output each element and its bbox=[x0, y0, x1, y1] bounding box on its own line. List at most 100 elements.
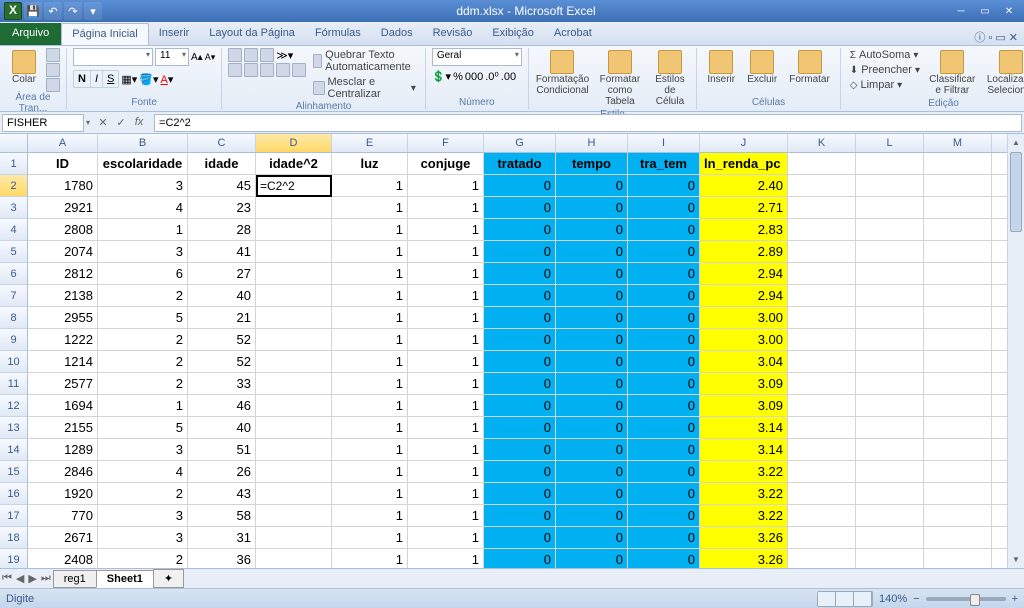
cell-B3[interactable]: 4 bbox=[98, 197, 188, 219]
cell-B2[interactable]: 3 bbox=[98, 175, 188, 197]
cell-D4[interactable] bbox=[256, 219, 332, 241]
cell-K18[interactable] bbox=[788, 527, 856, 549]
cell-H10[interactable]: 0 bbox=[556, 351, 628, 373]
cell-G4[interactable]: 0 bbox=[484, 219, 556, 241]
worksheet[interactable]: ABCDEFGHIJKLMN1IDescolaridadeidadeidade^… bbox=[0, 134, 1024, 568]
cell-K12[interactable] bbox=[788, 395, 856, 417]
cell-E3[interactable]: 1 bbox=[332, 197, 408, 219]
underline-button[interactable]: S bbox=[103, 71, 118, 87]
cell-E14[interactable]: 1 bbox=[332, 439, 408, 461]
cell-F15[interactable]: 1 bbox=[408, 461, 484, 483]
tab-insert[interactable]: Inserir bbox=[149, 23, 200, 45]
cell-J12[interactable]: 3.09 bbox=[700, 395, 788, 417]
cell-H1[interactable]: tempo bbox=[556, 153, 628, 175]
cell-B12[interactable]: 1 bbox=[98, 395, 188, 417]
cell-M14[interactable] bbox=[924, 439, 992, 461]
save-icon[interactable]: 💾 bbox=[24, 2, 42, 20]
cell-C1[interactable]: idade bbox=[188, 153, 256, 175]
insert-cells-button[interactable]: Inserir bbox=[703, 48, 739, 87]
cell-F3[interactable]: 1 bbox=[408, 197, 484, 219]
cell-A9[interactable]: 1222 bbox=[28, 329, 98, 351]
cell-E7[interactable]: 1 bbox=[332, 285, 408, 307]
col-header-M[interactable]: M bbox=[924, 134, 992, 153]
cell-I13[interactable]: 0 bbox=[628, 417, 700, 439]
sheet-nav-last-icon[interactable]: ⏭ bbox=[39, 572, 53, 585]
row-header-16[interactable]: 16 bbox=[0, 483, 28, 505]
row-header-3[interactable]: 3 bbox=[0, 197, 28, 219]
bold-button[interactable]: N bbox=[74, 71, 91, 87]
page-break-icon[interactable] bbox=[854, 592, 872, 606]
cell-A14[interactable]: 1289 bbox=[28, 439, 98, 461]
help-icon[interactable]: ⓘ ▫ ▭ ✕ bbox=[968, 29, 1024, 45]
shrink-font-icon[interactable]: A▾ bbox=[205, 52, 216, 63]
cell-G15[interactable]: 0 bbox=[484, 461, 556, 483]
cell-E5[interactable]: 1 bbox=[332, 241, 408, 263]
font-name-combo[interactable] bbox=[73, 48, 153, 66]
cell-J4[interactable]: 2.83 bbox=[700, 219, 788, 241]
cell-M18[interactable] bbox=[924, 527, 992, 549]
cell-J19[interactable]: 3.26 bbox=[700, 549, 788, 568]
cell-B4[interactable]: 1 bbox=[98, 219, 188, 241]
cell-C17[interactable]: 58 bbox=[188, 505, 256, 527]
cell-B19[interactable]: 2 bbox=[98, 549, 188, 568]
cell-D18[interactable] bbox=[256, 527, 332, 549]
cell-A8[interactable]: 2955 bbox=[28, 307, 98, 329]
cell-G18[interactable]: 0 bbox=[484, 527, 556, 549]
cell-L9[interactable] bbox=[856, 329, 924, 351]
indent-decrease-icon[interactable] bbox=[276, 63, 290, 77]
cell-L14[interactable] bbox=[856, 439, 924, 461]
cell-A15[interactable]: 2846 bbox=[28, 461, 98, 483]
row-header-5[interactable]: 5 bbox=[0, 241, 28, 263]
cell-A2[interactable]: 1780 bbox=[28, 175, 98, 197]
cell-F13[interactable]: 1 bbox=[408, 417, 484, 439]
number-format-combo[interactable]: Geral bbox=[432, 48, 522, 66]
sheet-nav-first-icon[interactable]: ⏮ bbox=[0, 572, 14, 585]
cell-B6[interactable]: 6 bbox=[98, 263, 188, 285]
cell-J11[interactable]: 3.09 bbox=[700, 373, 788, 395]
cell-B5[interactable]: 3 bbox=[98, 241, 188, 263]
cell-D3[interactable] bbox=[256, 197, 332, 219]
cell-F16[interactable]: 1 bbox=[408, 483, 484, 505]
find-select-button[interactable]: Localizar e Selecionar bbox=[982, 48, 1024, 98]
cell-K19[interactable] bbox=[788, 549, 856, 568]
cell-L18[interactable] bbox=[856, 527, 924, 549]
cell-M16[interactable] bbox=[924, 483, 992, 505]
cell-E16[interactable]: 1 bbox=[332, 483, 408, 505]
cell-C9[interactable]: 52 bbox=[188, 329, 256, 351]
cell-A10[interactable]: 1214 bbox=[28, 351, 98, 373]
grow-font-icon[interactable]: A▴ bbox=[191, 52, 203, 63]
cell-K7[interactable] bbox=[788, 285, 856, 307]
cell-C8[interactable]: 21 bbox=[188, 307, 256, 329]
cell-J8[interactable]: 3.00 bbox=[700, 307, 788, 329]
cell-L7[interactable] bbox=[856, 285, 924, 307]
cell-F8[interactable]: 1 bbox=[408, 307, 484, 329]
align-center-icon[interactable] bbox=[244, 63, 258, 77]
cell-I9[interactable]: 0 bbox=[628, 329, 700, 351]
normal-view-icon[interactable] bbox=[818, 592, 836, 606]
col-header-D[interactable]: D bbox=[256, 134, 332, 153]
cell-M6[interactable] bbox=[924, 263, 992, 285]
row-header-10[interactable]: 10 bbox=[0, 351, 28, 373]
cell-M19[interactable] bbox=[924, 549, 992, 568]
cell-H2[interactable]: 0 bbox=[556, 175, 628, 197]
cell-G7[interactable]: 0 bbox=[484, 285, 556, 307]
vertical-scrollbar[interactable]: ▲ ▼ bbox=[1007, 134, 1024, 568]
cell-G2[interactable]: 0 bbox=[484, 175, 556, 197]
cell-L12[interactable] bbox=[856, 395, 924, 417]
cell-H18[interactable]: 0 bbox=[556, 527, 628, 549]
align-bottom-icon[interactable] bbox=[260, 48, 274, 62]
cell-H7[interactable]: 0 bbox=[556, 285, 628, 307]
cell-H19[interactable]: 0 bbox=[556, 549, 628, 568]
cell-D2[interactable]: =C2^2 bbox=[256, 175, 332, 197]
cell-I18[interactable]: 0 bbox=[628, 527, 700, 549]
cell-J5[interactable]: 2.89 bbox=[700, 241, 788, 263]
align-top-icon[interactable] bbox=[228, 48, 242, 62]
cell-F18[interactable]: 1 bbox=[408, 527, 484, 549]
row-header-4[interactable]: 4 bbox=[0, 219, 28, 241]
cell-I15[interactable]: 0 bbox=[628, 461, 700, 483]
cell-C10[interactable]: 52 bbox=[188, 351, 256, 373]
cell-F9[interactable]: 1 bbox=[408, 329, 484, 351]
cell-K6[interactable] bbox=[788, 263, 856, 285]
row-header-8[interactable]: 8 bbox=[0, 307, 28, 329]
cancel-formula-icon[interactable]: ✕ bbox=[94, 116, 112, 129]
